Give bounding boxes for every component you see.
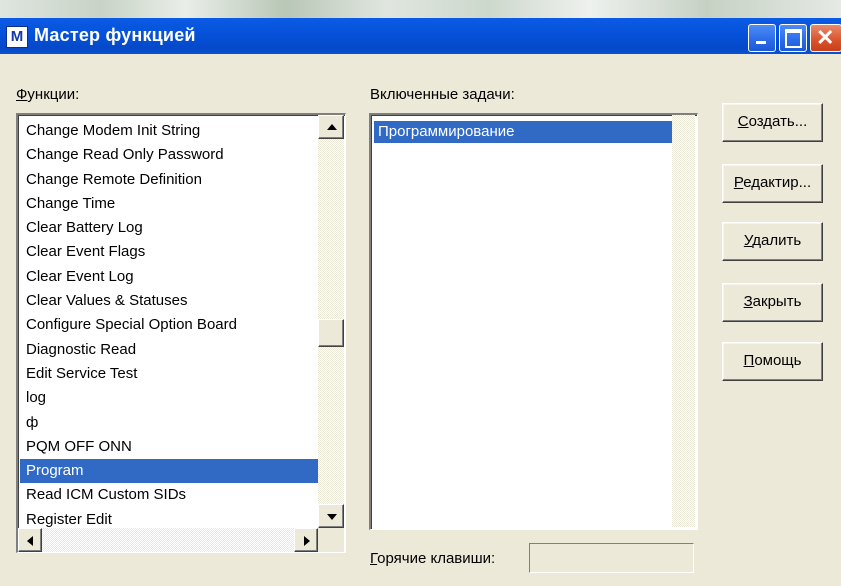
maximize-icon bbox=[785, 29, 802, 48]
maximize-button[interactable] bbox=[779, 24, 807, 52]
close-icon: ✕ bbox=[816, 25, 835, 50]
function-list-item[interactable]: Clear Values & Statuses bbox=[20, 289, 318, 313]
window-title: Мастер функцией bbox=[34, 25, 196, 45]
tasks-label: Включенные задачи: bbox=[370, 86, 515, 103]
function-list-item[interactable]: ф bbox=[20, 411, 318, 435]
scroll-right-button[interactable] bbox=[294, 528, 318, 552]
arrow-left-icon bbox=[27, 536, 33, 546]
function-list-item[interactable]: Clear Event Log bbox=[20, 265, 318, 289]
edit-button[interactable]: Редактир... bbox=[722, 164, 823, 203]
functions-items: Change Modem Init String Change Read Only… bbox=[20, 119, 318, 532]
function-list-item[interactable]: Change Read Only Password bbox=[20, 143, 318, 167]
arrow-up-icon bbox=[327, 124, 337, 130]
minimize-button[interactable] bbox=[748, 24, 776, 52]
hotkeys-field[interactable] bbox=[529, 543, 694, 573]
function-list-item[interactable]: Change Modem Init String bbox=[20, 119, 318, 143]
arrow-down-icon bbox=[327, 514, 337, 520]
app-icon: M bbox=[6, 26, 28, 48]
task-item[interactable]: Программирование bbox=[374, 121, 674, 143]
create-button[interactable]: Создать... bbox=[722, 103, 823, 142]
close-window-button[interactable]: ✕ bbox=[810, 24, 841, 52]
functions-vertical-scrollbar[interactable] bbox=[318, 115, 344, 528]
functions-listbox[interactable]: Change Modem Init String Change Read Only… bbox=[16, 113, 346, 553]
close-button[interactable]: Закрыть bbox=[722, 283, 823, 322]
functions-label: Функции: bbox=[16, 86, 80, 103]
function-list-item[interactable]: Diagnostic Read bbox=[20, 338, 318, 362]
scroll-thumb[interactable] bbox=[318, 319, 344, 347]
function-list-item[interactable]: Clear Event Flags bbox=[20, 240, 318, 264]
function-list-item[interactable]: Program bbox=[20, 459, 318, 484]
scrollbar-corner bbox=[318, 528, 344, 552]
function-list-item[interactable]: Read ICM Custom SIDs bbox=[20, 483, 318, 507]
scroll-down-button[interactable] bbox=[318, 504, 344, 528]
function-list-item[interactable]: Change Remote Definition bbox=[20, 168, 318, 192]
delete-button[interactable]: Удалить bbox=[722, 222, 823, 261]
function-list-item[interactable]: PQM OFF ONN bbox=[20, 435, 318, 459]
scroll-left-button[interactable] bbox=[18, 528, 42, 552]
function-list-item[interactable]: Change Time bbox=[20, 192, 318, 216]
function-list-item[interactable]: Configure Special Option Board bbox=[20, 313, 318, 337]
tasks-scrollbar-track bbox=[672, 115, 695, 527]
tasks-listbox[interactable]: Программирование bbox=[369, 113, 698, 530]
minimize-icon bbox=[756, 41, 766, 44]
hotkeys-label: Горячие клавиши: bbox=[370, 550, 496, 567]
function-list-item[interactable]: Edit Service Test bbox=[20, 362, 318, 386]
function-list-item[interactable]: log bbox=[20, 386, 318, 410]
title-bar[interactable]: M Мастер функцией ✕ bbox=[0, 18, 841, 54]
functions-horizontal-scrollbar[interactable] bbox=[18, 528, 318, 552]
arrow-right-icon bbox=[304, 536, 310, 546]
function-list-item[interactable]: Clear Battery Log bbox=[20, 216, 318, 240]
desktop-background-strip bbox=[0, 0, 841, 18]
help-button[interactable]: Помощь bbox=[722, 342, 823, 381]
scroll-up-button[interactable] bbox=[318, 115, 344, 139]
